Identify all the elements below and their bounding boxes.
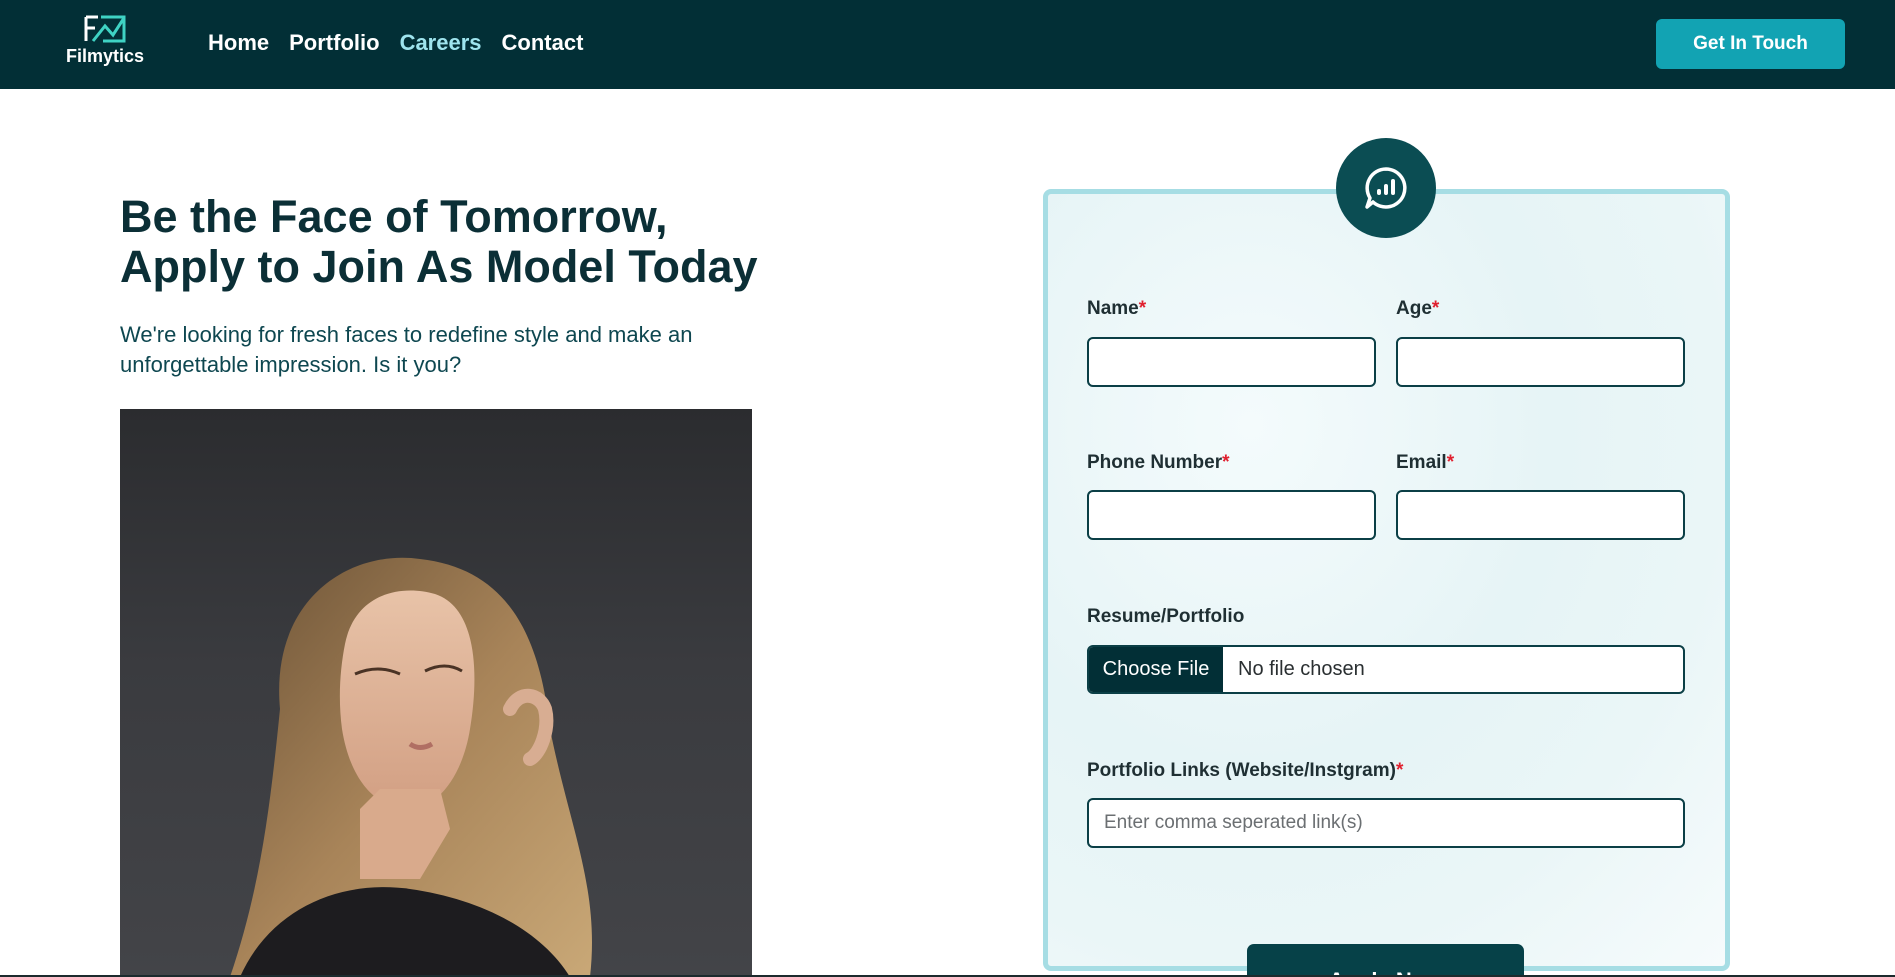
file-status-text: No file chosen xyxy=(1238,658,1365,680)
name-label: Name* xyxy=(1087,298,1147,319)
brand-logo[interactable]: Filmytics xyxy=(60,14,150,74)
form-badge xyxy=(1336,138,1436,238)
model-portrait-illustration xyxy=(230,557,592,977)
nav-link-portfolio[interactable]: Portfolio xyxy=(289,30,379,56)
phone-input[interactable] xyxy=(1087,490,1376,540)
age-label: Age* xyxy=(1396,298,1440,319)
main-nav: Home Portfolio Careers Contact xyxy=(208,30,583,56)
age-input[interactable] xyxy=(1396,337,1685,387)
page-title-line-2: Apply to Join As Model Today xyxy=(120,241,758,292)
resume-file-input[interactable]: Choose File No file chosen xyxy=(1087,645,1685,694)
required-marker: * xyxy=(1138,298,1147,319)
apply-now-button[interactable]: Apply Now xyxy=(1247,944,1524,977)
required-marker: * xyxy=(1222,452,1230,473)
nav-link-careers[interactable]: Careers xyxy=(400,30,482,56)
portfolio-links-input[interactable] xyxy=(1087,798,1685,848)
model-photo xyxy=(120,409,752,977)
name-input[interactable] xyxy=(1087,337,1376,387)
required-marker: * xyxy=(1395,760,1404,781)
required-marker: * xyxy=(1431,298,1440,319)
phone-label: Phone Number* xyxy=(1087,452,1230,473)
chat-analytics-icon xyxy=(1365,167,1407,209)
required-marker: * xyxy=(1446,452,1455,473)
top-navbar: Filmytics Home Portfolio Careers Contact… xyxy=(0,0,1895,89)
logo-icon xyxy=(84,15,126,43)
nav-link-contact[interactable]: Contact xyxy=(502,30,584,56)
nav-link-home[interactable]: Home xyxy=(208,30,269,56)
resume-label: Resume/Portfolio xyxy=(1087,606,1245,627)
portfolio-links-label: Portfolio Links (Website/Instgram)* xyxy=(1087,760,1404,781)
get-in-touch-button[interactable]: Get In Touch xyxy=(1656,19,1845,69)
logo-text: Filmytics xyxy=(65,46,145,66)
choose-file-button[interactable]: Choose File xyxy=(1089,647,1223,692)
page-subtitle: We're looking for fresh faces to redefin… xyxy=(120,322,693,377)
email-label: Email* xyxy=(1396,452,1455,473)
email-input[interactable] xyxy=(1396,490,1685,540)
page-title: Be the Face of Tomorrow, Apply to Join A… xyxy=(120,192,820,292)
page-title-line-1: Be the Face of Tomorrow, xyxy=(120,191,668,242)
